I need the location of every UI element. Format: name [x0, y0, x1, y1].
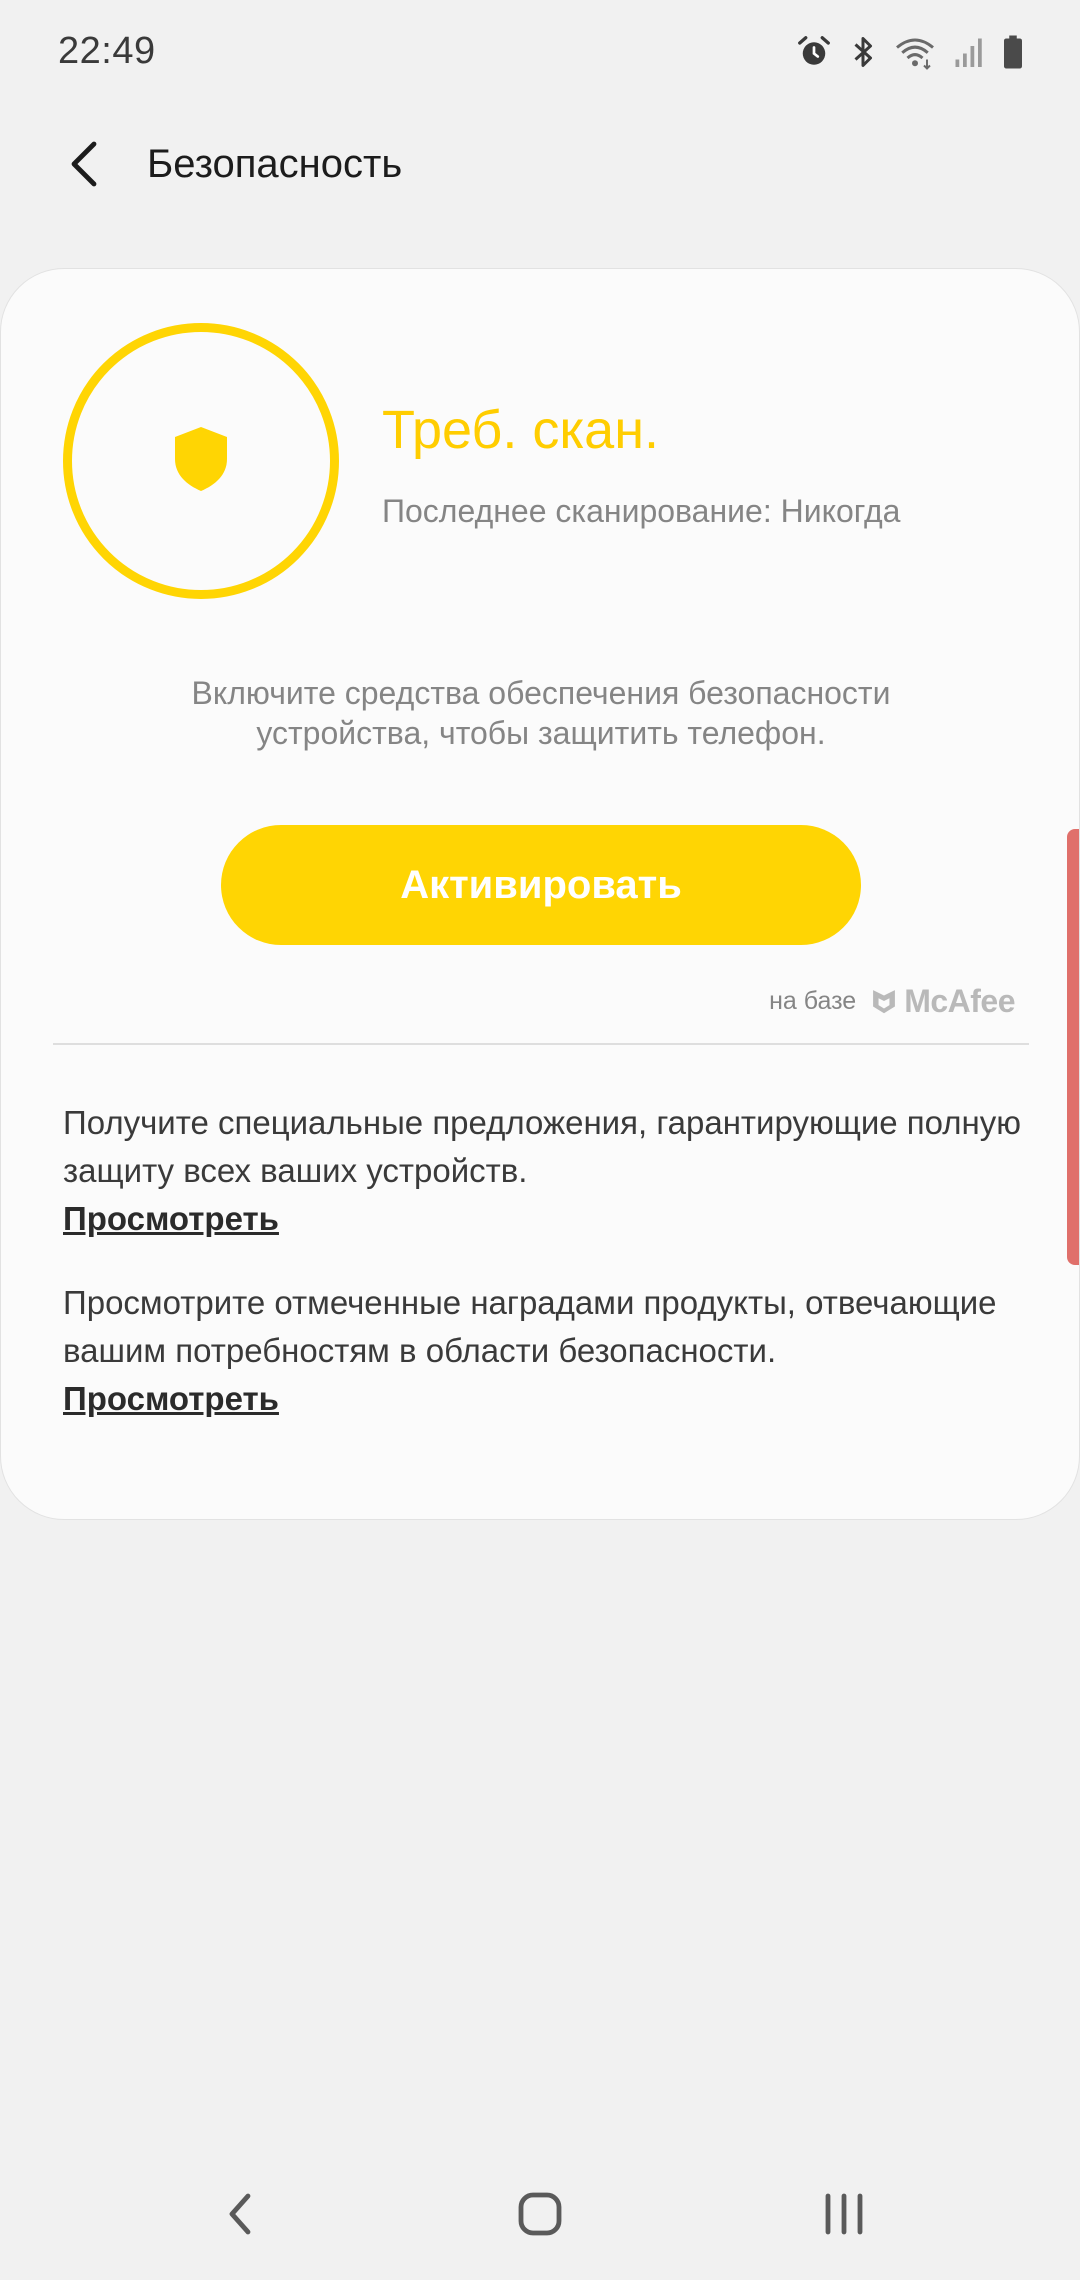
- status-time: 22:49: [58, 30, 156, 72]
- security-description: Включите средства обеспечения безопаснос…: [191, 675, 891, 751]
- nav-home-button[interactable]: [508, 2186, 572, 2246]
- offer-item: Получите специальные предложения, гарант…: [63, 1099, 1023, 1243]
- divider: [53, 1043, 1029, 1045]
- nav-back-button[interactable]: [208, 2186, 272, 2246]
- mcafee-brand-text: McAfee: [904, 982, 1015, 1019]
- security-card: Треб. скан. Последнее сканирование: Нико…: [0, 268, 1080, 1520]
- offer-text: Просмотрите отмеченные наградами продукт…: [63, 1284, 997, 1369]
- app-bar: Безопасность: [0, 110, 1080, 220]
- battery-icon: [1002, 34, 1024, 70]
- alarm-icon: [796, 34, 832, 70]
- signal-icon: [952, 34, 986, 70]
- status-icons: [796, 30, 1024, 74]
- activate-button[interactable]: Активировать: [221, 825, 861, 945]
- back-arrow-icon: [64, 140, 104, 193]
- last-scan-text: Последнее сканирование: Никогда: [382, 493, 901, 529]
- status-bar: 22:49: [0, 0, 1080, 110]
- nav-recents-button[interactable]: [812, 2186, 876, 2246]
- nav-recents-icon: [822, 2192, 866, 2241]
- shield-icon: [173, 425, 229, 498]
- page-title: Безопасность: [147, 142, 403, 186]
- nav-back-icon: [224, 2190, 256, 2243]
- offer-item: Просмотрите отмеченные наградами продукт…: [63, 1279, 1023, 1423]
- scan-status-ring: [63, 323, 339, 599]
- scroll-indicator[interactable]: [1067, 829, 1079, 1265]
- nav-home-icon: [516, 2190, 564, 2243]
- mcafee-logo: McAfee: [870, 983, 1015, 1020]
- powered-by-label: на базе: [769, 986, 857, 1015]
- bluetooth-icon: [848, 34, 878, 70]
- scan-status-title: Треб. скан.: [382, 400, 660, 460]
- view-products-link[interactable]: Просмотреть: [63, 1375, 1023, 1423]
- back-button[interactable]: [52, 134, 116, 198]
- offer-text: Получите специальные предложения, гарант…: [63, 1104, 1022, 1189]
- powered-by: на базе McAfee: [769, 981, 1015, 1021]
- view-offers-link[interactable]: Просмотреть: [63, 1195, 1023, 1243]
- mcafee-shield-icon: [873, 990, 896, 1014]
- wifi-icon: [894, 34, 936, 70]
- system-nav-bar: [0, 2150, 1080, 2280]
